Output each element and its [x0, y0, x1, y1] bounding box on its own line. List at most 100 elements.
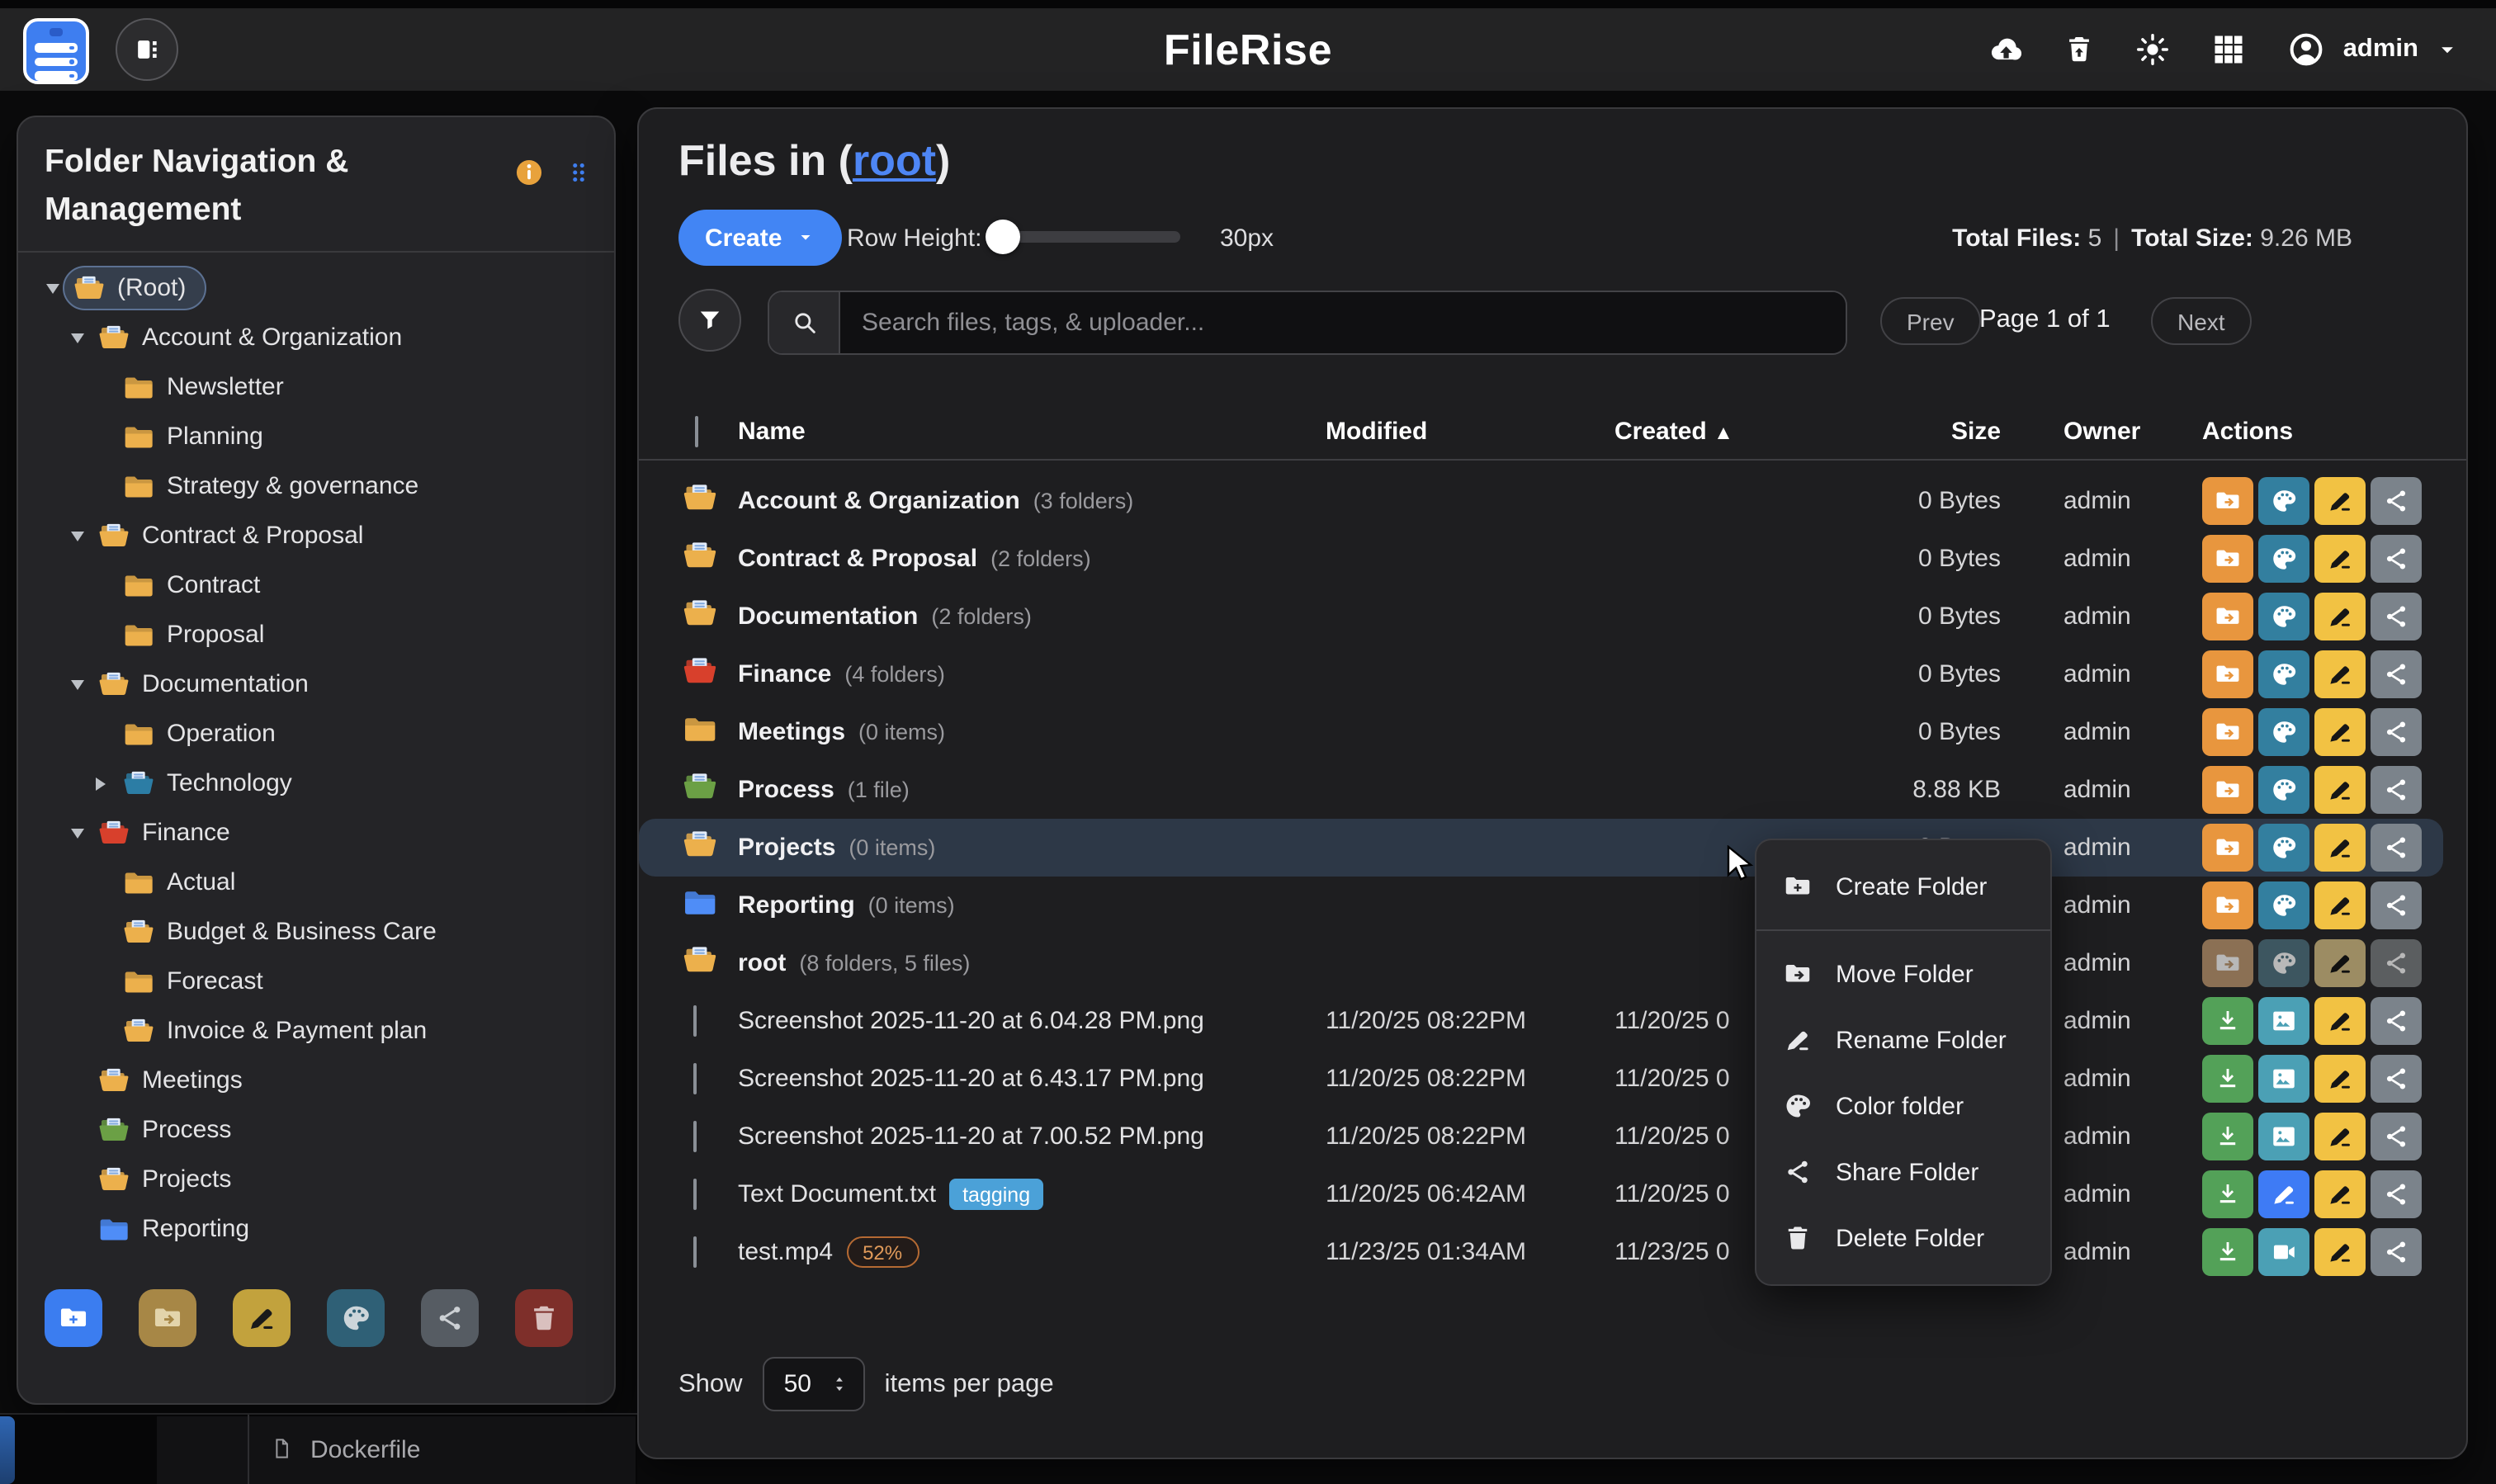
download-file-button[interactable] [2202, 1228, 2253, 1276]
preview-image-button[interactable] [2258, 1113, 2309, 1160]
share-folder-button[interactable] [2371, 881, 2422, 929]
table-row[interactable]: Screenshot 2025-11-20 at 6.43.17 PM.png … [639, 1050, 2443, 1108]
share-file-button[interactable] [2371, 997, 2422, 1045]
info-icon[interactable] [513, 157, 545, 188]
next-page-button[interactable]: Next [2151, 297, 2252, 345]
folder-tree-item[interactable]: Proposal [28, 610, 604, 659]
folder-tree-item[interactable]: Contract [28, 560, 604, 610]
folder-tree-item[interactable]: Finance [28, 808, 604, 858]
rename-folder-button[interactable] [2314, 824, 2366, 872]
rename-folder-button[interactable] [2314, 477, 2366, 525]
color-folder-button[interactable] [2258, 881, 2309, 929]
share-folder-button[interactable] [2371, 939, 2422, 987]
rename-folder-button[interactable] [2314, 881, 2366, 929]
create-folder-button[interactable] [45, 1289, 102, 1347]
select-all-checkbox[interactable] [695, 415, 698, 447]
color-folder-button[interactable] [2258, 650, 2309, 698]
row-checkbox[interactable] [693, 1005, 697, 1037]
table-row[interactable]: Contract & Proposal (2 folders) 0 Bytes … [639, 530, 2443, 588]
tree-caret-icon[interactable] [66, 325, 87, 350]
rename-file-button[interactable] [2314, 1228, 2366, 1276]
theme-toggle-icon[interactable] [2135, 31, 2172, 68]
tree-caret-icon[interactable] [91, 777, 112, 790]
download-file-button[interactable] [2202, 1170, 2253, 1218]
context-menu-item[interactable]: Create Folder [1756, 853, 2050, 919]
column-name[interactable]: Name [738, 417, 1326, 445]
table-row[interactable]: test.mp4 52% 11/23/25 01:34AM 11/23/25 0… [639, 1223, 2443, 1281]
root-breadcrumb-link[interactable]: root [853, 135, 936, 185]
table-row[interactable]: Text Document.txt tagging 11/20/25 06:42… [639, 1165, 2443, 1223]
folder-tree-item[interactable]: Account & Organization [28, 313, 604, 362]
row-checkbox[interactable] [693, 1063, 697, 1094]
rename-file-button[interactable] [2314, 1055, 2366, 1103]
upload-icon[interactable] [1988, 31, 2025, 68]
move-folder-button[interactable] [139, 1289, 196, 1347]
context-menu-item[interactable]: Color folder [1756, 1073, 2050, 1139]
color-folder-button[interactable] [2258, 708, 2309, 756]
share-file-button[interactable] [2371, 1170, 2422, 1218]
folder-tree-item[interactable]: (Root) [28, 263, 604, 313]
preview-image-button[interactable] [2258, 997, 2309, 1045]
folder-tree-item[interactable]: Forecast [28, 957, 604, 1006]
context-menu-item[interactable]: Delete Folder [1756, 1205, 2050, 1271]
move-folder-button[interactable] [2202, 535, 2253, 583]
share-folder-button[interactable] [2371, 824, 2422, 872]
prev-page-button[interactable]: Prev [1880, 297, 1981, 345]
folder-tree-item[interactable]: Technology [28, 759, 604, 808]
rename-folder-button[interactable] [2314, 593, 2366, 640]
color-folder-button[interactable] [2258, 477, 2309, 525]
share-file-button[interactable] [2371, 1113, 2422, 1160]
folder-tree-item[interactable]: Projects [28, 1155, 604, 1204]
share-folder-button[interactable] [2371, 766, 2422, 814]
table-row[interactable]: Documentation (2 folders) 0 Bytes admin [639, 588, 2443, 645]
move-folder-button[interactable] [2202, 881, 2253, 929]
color-folder-button[interactable] [2258, 593, 2309, 640]
move-folder-button[interactable] [2202, 593, 2253, 640]
column-owner[interactable]: Owner [2001, 417, 2192, 445]
table-row[interactable]: Meetings (0 items) 0 Bytes admin [639, 703, 2443, 761]
color-folder-button[interactable] [2258, 939, 2309, 987]
rename-file-button[interactable] [2314, 1113, 2366, 1160]
folder-tree-item[interactable]: Newsletter [28, 362, 604, 412]
preview-image-button[interactable] [2258, 1055, 2309, 1103]
download-file-button[interactable] [2202, 1113, 2253, 1160]
color-folder-button[interactable] [2258, 535, 2309, 583]
rename-folder-button[interactable] [2314, 708, 2366, 756]
context-menu-item[interactable]: Rename Folder [1756, 1007, 2050, 1073]
move-folder-button[interactable] [2202, 824, 2253, 872]
rename-folder-button[interactable] [2314, 766, 2366, 814]
user-menu[interactable]: admin [2287, 30, 2460, 69]
folder-tree-item[interactable]: Strategy & governance [28, 461, 604, 511]
folder-tree-item[interactable]: Actual [28, 858, 604, 907]
table-row[interactable]: Screenshot 2025-11-20 at 7.00.52 PM.png … [639, 1108, 2443, 1165]
column-created[interactable]: Created ▲ [1614, 417, 1829, 445]
table-row[interactable]: Account & Organization (3 folders) 0 Byt… [639, 472, 2443, 530]
share-folder-button[interactable] [421, 1289, 479, 1347]
share-file-button[interactable] [2371, 1228, 2422, 1276]
row-checkbox[interactable] [693, 1179, 697, 1210]
trash-restore-icon[interactable] [2064, 31, 2096, 68]
context-menu-item[interactable]: Share Folder [1756, 1139, 2050, 1205]
slider-thumb[interactable] [986, 220, 1020, 254]
move-folder-button[interactable] [2202, 708, 2253, 756]
rename-file-button[interactable] [2314, 997, 2366, 1045]
move-folder-button[interactable] [2202, 477, 2253, 525]
folder-tree-item[interactable]: Budget & Business Care [28, 907, 604, 957]
folder-tree-item[interactable]: Documentation [28, 659, 604, 709]
move-folder-button[interactable] [2202, 650, 2253, 698]
table-row[interactable]: Reporting (0 items) admin [639, 877, 2443, 934]
tree-caret-icon[interactable] [66, 523, 87, 548]
column-size[interactable]: Size [1829, 417, 2001, 445]
folder-tree-item[interactable]: Planning [28, 412, 604, 461]
apps-grid-icon[interactable] [2211, 31, 2248, 68]
items-per-page-select[interactable]: 50 [763, 1357, 865, 1411]
tree-caret-icon[interactable] [41, 276, 63, 300]
table-row[interactable]: Projects (0 items) 0 Bytes admin [639, 819, 2443, 877]
move-folder-button[interactable] [2202, 766, 2253, 814]
share-folder-button[interactable] [2371, 650, 2422, 698]
table-row[interactable]: Finance (4 folders) 0 Bytes admin [639, 645, 2443, 703]
color-folder-button[interactable] [327, 1289, 385, 1347]
row-checkbox[interactable] [693, 1121, 697, 1152]
folder-tree-item[interactable]: Process [28, 1105, 604, 1155]
rename-folder-button[interactable] [2314, 535, 2366, 583]
